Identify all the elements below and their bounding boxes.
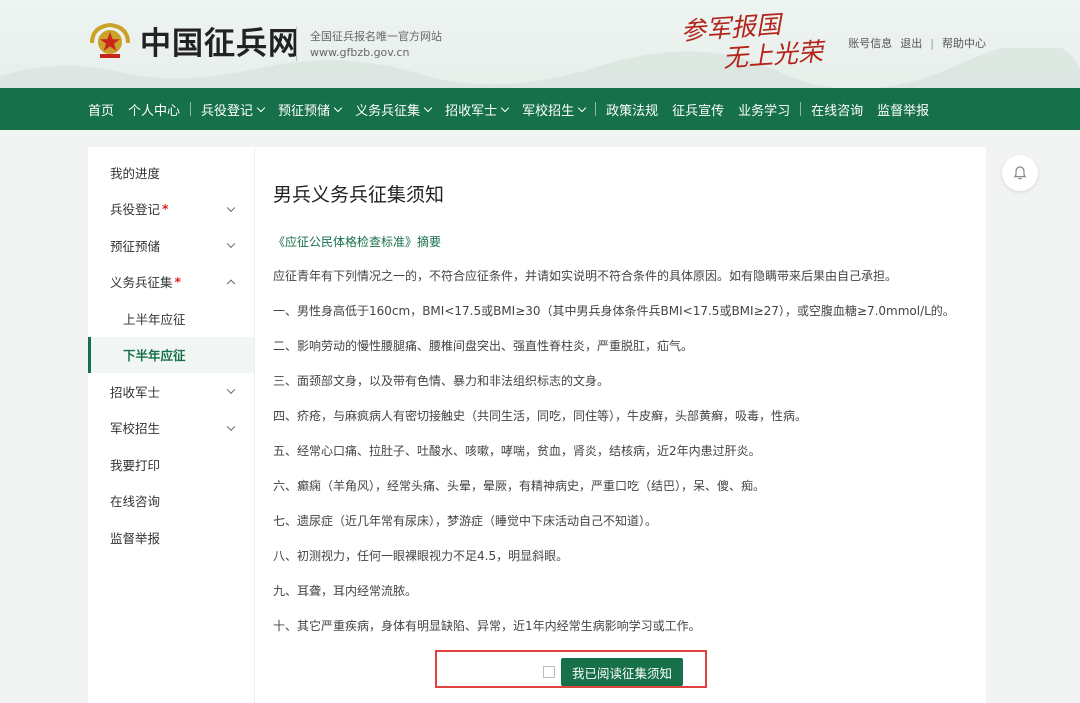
nav-sergeant[interactable]: 招收军士	[445, 100, 510, 119]
notice-item: 七、遗尿症（近几年常有尿床），梦游症（睡觉中下床活动自己不知道）。	[273, 514, 658, 528]
nav-academy[interactable]: 军校招生	[522, 100, 587, 119]
chevron-down-icon	[226, 239, 236, 249]
chevron-down-icon	[423, 103, 433, 112]
sidebar-item-label: 兵役登记	[110, 202, 161, 218]
notice-item: 八、初测视力，任何一眼裸眼视力不足4.5，明显斜眼。	[273, 549, 569, 563]
nav-publicity[interactable]: 征兵宣传	[672, 100, 724, 119]
nav-registration[interactable]: 兵役登记	[201, 100, 266, 119]
sidebar-item-pre-recruit[interactable]: 预征预储	[88, 227, 254, 264]
header-divider	[296, 27, 297, 61]
bell-icon	[1013, 166, 1027, 180]
nav-study[interactable]: 业务学习	[738, 100, 790, 119]
sidebar-item-progress[interactable]: 我的进度	[88, 154, 254, 191]
chevron-up-icon	[226, 279, 236, 288]
nav-conscription-label: 义务兵征集	[355, 103, 421, 119]
required-mark: *	[174, 274, 182, 290]
sidebar-item-label: 义务兵征集	[110, 275, 173, 291]
notice-item: 六、癫痫（羊角风），经常头痛、头晕，晕厥，有精神病史，严重口吃（结巴），呆、傻、…	[273, 479, 766, 493]
sidebar-item-label: 我要打印	[110, 457, 161, 473]
chevron-down-icon	[226, 422, 236, 431]
main-nav: 首页 个人中心 兵役登记 预征预储 义务兵征集 招收军士 军校招生 政策法规 征…	[0, 88, 1080, 130]
sidebar-item-label: 预征预储	[110, 238, 161, 254]
chevron-down-icon	[226, 203, 236, 212]
confirm-read-button[interactable]: 我已阅读征集须知	[561, 658, 683, 686]
sidebar-item-report[interactable]: 监督举报	[88, 519, 254, 556]
nav-sergeant-label: 招收军士	[445, 103, 498, 119]
sidebar-item-first-half[interactable]: 上半年应征	[88, 300, 254, 337]
page-title: 男兵义务兵征集须知	[273, 184, 445, 206]
sidebar-item-sergeant[interactable]: 招收军士	[88, 373, 254, 410]
nav-registration-label: 兵役登记	[201, 103, 254, 119]
sidebar-item-academy[interactable]: 军校招生	[88, 410, 254, 447]
standard-link[interactable]: 《应征公民体格检查标准》摘要	[273, 233, 441, 250]
nav-divider	[190, 102, 192, 116]
read-confirm-checkbox[interactable]	[543, 666, 555, 678]
chevron-down-icon	[256, 103, 266, 112]
nav-pre-recruit-label: 预征预储	[278, 103, 331, 119]
nav-policy[interactable]: 政策法规	[606, 100, 658, 119]
sidebar-item-print[interactable]: 我要打印	[88, 446, 254, 483]
sidebar-item-label: 在线咨询	[110, 494, 161, 510]
site-tagline: 全国征兵报名唯一官方网站	[310, 30, 442, 43]
army-emblem-icon[interactable]	[88, 21, 132, 61]
notice-item: 一、男性身高低于160cm，BMI<17.5或BMI≥30（其中男兵身体条件兵B…	[273, 304, 955, 318]
required-mark: *	[162, 201, 169, 217]
calligraphy-slogan: 参军报国 无上光荣	[680, 7, 824, 77]
sidebar-item-label: 招收军士	[110, 384, 161, 400]
notification-button[interactable]	[1002, 155, 1038, 191]
link-separator: |	[930, 36, 934, 50]
nav-consult[interactable]: 在线咨询	[811, 100, 863, 119]
notice-intro: 应征青年有下列情况之一的，不符合应征条件，并请如实说明不符合条件的具体原因。如有…	[273, 269, 898, 283]
sidebar-item-label: 上半年应征	[123, 311, 186, 327]
sidebar-item-registration[interactable]: 兵役登记 *	[88, 191, 254, 228]
sidebar-item-consult[interactable]: 在线咨询	[88, 483, 254, 520]
notice-item: 二、影响劳动的慢性腰腿痛、腰椎间盘突出、强直性脊柱炎，严重脱肛，疝气。	[273, 339, 694, 353]
notice-item: 四、疥疮，与麻疯病人有密切接触史（共同生活，同吃，同住等），牛皮癣，头部黄癣，吸…	[273, 409, 808, 423]
nav-report[interactable]: 监督举报	[877, 100, 929, 119]
sidebar-item-conscription[interactable]: 义务兵征集 *	[88, 264, 254, 301]
help-center-link[interactable]: 帮助中心	[942, 35, 986, 51]
sidebar-item-label: 军校招生	[110, 421, 161, 437]
confirm-highlight: 我已阅读征集须知	[435, 650, 707, 688]
chevron-down-icon	[333, 103, 343, 112]
sidebar-item-label: 我的进度	[110, 165, 161, 181]
sidebar: 我的进度 兵役登记 * 预征预储 义务兵征集 * 上半年应征 下半年应征 招收军士 …	[88, 147, 255, 703]
account-info-link[interactable]: 账号信息	[848, 35, 892, 51]
nav-academy-label: 军校招生	[522, 103, 575, 119]
site-name[interactable]: 中国征兵网	[140, 18, 300, 63]
chevron-down-icon	[500, 103, 510, 112]
notice-content: 男兵义务兵征集须知 《应征公民体格检查标准》摘要 应征青年有下列情况之一的，不符…	[255, 147, 986, 703]
nav-conscription[interactable]: 义务兵征集	[355, 100, 433, 119]
notice-item: 十、其它严重疾病，身体有明显缺陷、异常，近1年内经常生病影响学习或工作。	[273, 619, 701, 633]
logout-link[interactable]: 退出	[900, 35, 922, 51]
site-header: 中国征兵网 全国征兵报名唯一官方网站 www.gfbzb.gov.cn 参军报国…	[0, 0, 1080, 88]
notice-item: 三、面颈部文身，以及带有色情、暴力和非法组织标志的文身。	[273, 374, 610, 388]
sidebar-item-label: 下半年应征	[123, 348, 186, 364]
sidebar-item-second-half[interactable]: 下半年应征	[88, 336, 254, 373]
nav-divider	[595, 102, 597, 116]
nav-personal-center[interactable]: 个人中心	[128, 100, 180, 119]
top-links: 账号信息 退出 | 帮助中心	[848, 35, 986, 51]
sidebar-item-label: 监督举报	[110, 530, 161, 546]
notice-item: 九、耳聋，耳内经常流脓。	[273, 584, 418, 598]
notice-item: 五、经常心口痛、拉肚子、吐酸水、咳嗽，哮喘，贫血，肾炎，结核病，近2年内患过肝炎…	[273, 444, 761, 458]
nav-divider	[800, 102, 802, 116]
chevron-down-icon	[226, 385, 236, 395]
nav-home[interactable]: 首页	[88, 100, 114, 119]
nav-pre-recruit[interactable]: 预征预储	[278, 100, 343, 119]
site-domain: www.gfbzb.gov.cn	[310, 46, 410, 59]
site-subtitle: 全国征兵报名唯一官方网站 www.gfbzb.gov.cn	[310, 29, 442, 61]
chevron-down-icon	[577, 103, 587, 112]
